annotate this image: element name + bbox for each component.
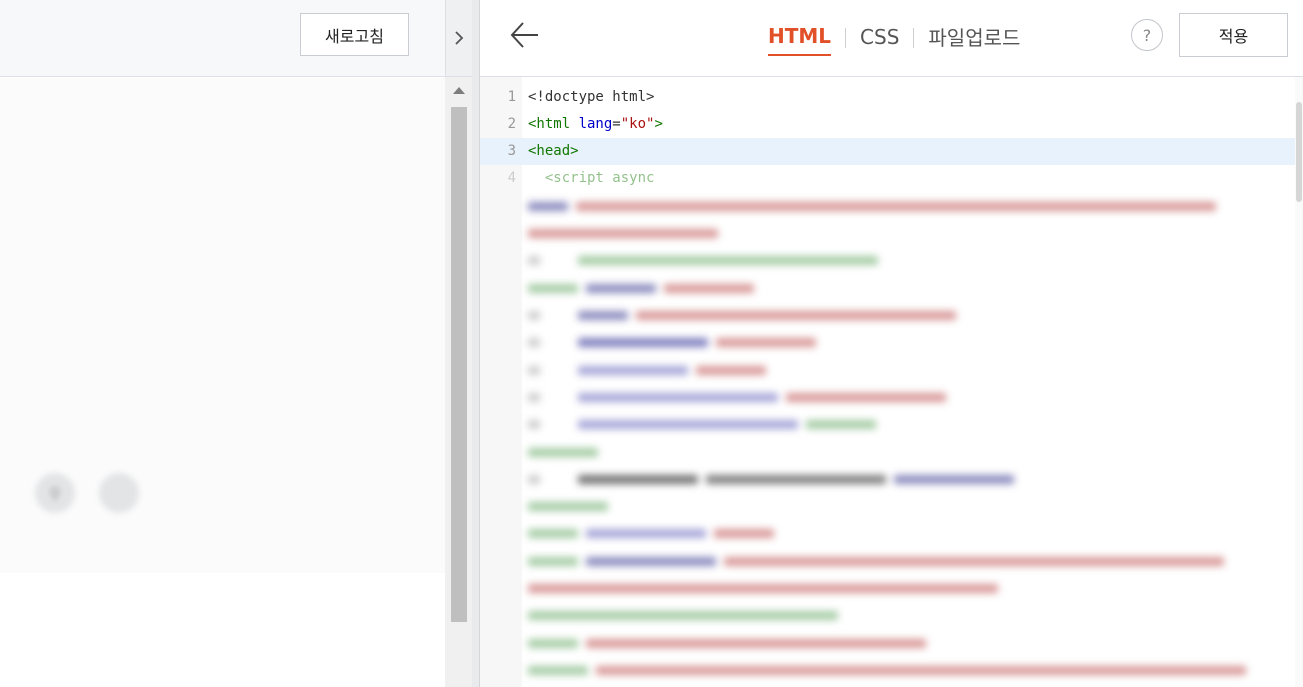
search-icon: ⚲ [35,473,75,513]
code-tag: <html [528,116,579,132]
code-attribute: lang [578,116,613,132]
code-line[interactable]: 2 <html lang="ko"> [480,111,1295,138]
preview-content: ⚲ [0,78,445,573]
refresh-button[interactable]: 새로고침 [300,13,409,56]
code-text: <html lang="ko"> [528,111,663,138]
preview-scrollbar[interactable] [445,77,472,687]
code-string: "ko" [620,116,655,132]
tab-html[interactable]: HTML [768,24,832,56]
code-tag: > [654,116,663,132]
tab-separator [845,27,847,48]
scroll-up-arrow-icon[interactable] [453,87,465,94]
line-number: 1 [507,89,516,105]
code-line[interactable]: 1 <!doctype html> [480,84,1295,111]
code-scrollbar-thumb[interactable] [1296,102,1302,202]
code-line[interactable]: 4 <script async [480,165,1295,192]
apply-button[interactable]: 적용 [1179,13,1288,57]
code-scrollbar[interactable] [1295,77,1303,687]
code-editor[interactable]: 1 <!doctype html> 2 <html lang="ko"> 3 <… [480,77,1303,687]
tab-css[interactable]: CSS [860,25,899,55]
help-button[interactable]: ? [1131,19,1163,51]
chevron-right-icon [455,31,464,45]
preview-pane: 새로고침 ⚲ [0,0,445,687]
tab-separator [913,27,915,48]
scrollbar-thumb[interactable] [451,107,467,622]
editor-tabs: HTML CSS 파일업로드 [768,22,1020,57]
tab-file-upload[interactable]: 파일업로드 [928,22,1020,57]
code-line-active[interactable]: 3 <head> [480,138,1295,165]
editor-toolbar: HTML CSS 파일업로드 ? 적용 [480,0,1303,77]
preview-footer-area [0,573,445,687]
back-arrow-icon[interactable] [508,18,542,52]
line-number: 3 [507,143,516,159]
blurred-preview-icons: ⚲ [35,473,139,513]
code-text: <script async [528,170,655,186]
preview-toolbar: 새로고침 [0,0,445,77]
placeholder-icon [99,473,139,513]
code-equals: = [612,116,621,132]
line-number: 2 [507,116,516,132]
collapse-panel-button[interactable] [445,0,472,77]
code-text: <!doctype html> [528,89,655,105]
line-number: 4 [507,170,516,186]
code-text: <head> [528,143,579,159]
pane-divider[interactable] [472,0,480,687]
